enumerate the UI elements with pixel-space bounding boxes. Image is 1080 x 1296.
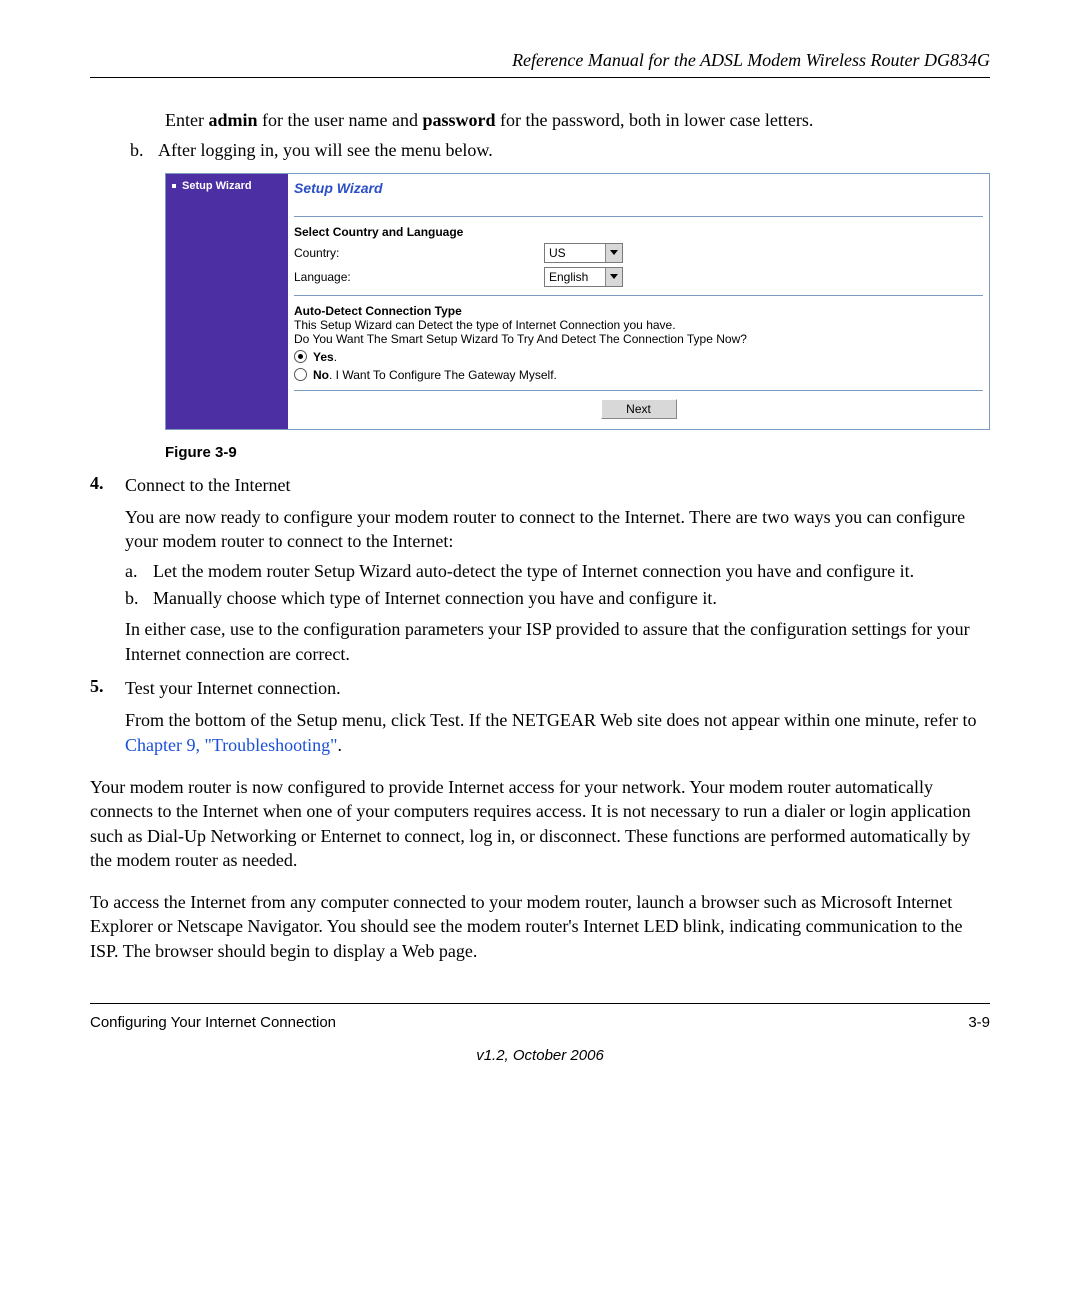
step-4a-text: Let the modem router Setup Wizard auto-d… bbox=[153, 561, 914, 582]
language-value: English bbox=[545, 270, 605, 284]
figure-setup-wizard: Setup Wizard Setup Wizard Select Country… bbox=[165, 173, 990, 461]
step-4b-text: Manually choose which type of Internet c… bbox=[153, 588, 717, 609]
autodetect-desc2: Do You Want The Smart Setup Wizard To Tr… bbox=[294, 332, 983, 346]
radio-no-rest: . I Want To Configure The Gateway Myself… bbox=[329, 368, 557, 382]
radio-icon bbox=[294, 350, 307, 363]
link-troubleshooting[interactable]: Chapter 9, "Troubleshooting" bbox=[125, 735, 338, 755]
sub-step-b: b. After logging in, you will see the me… bbox=[130, 138, 990, 162]
router-main-panel: Setup Wizard Select Country and Language… bbox=[288, 174, 989, 429]
router-sidebar: Setup Wizard bbox=[166, 174, 288, 429]
list-marker: a. bbox=[125, 561, 153, 582]
step-5-title: Test your Internet connection. bbox=[125, 676, 990, 700]
text: From the bottom of the Setup menu, click… bbox=[125, 710, 976, 730]
panel-title: Setup Wizard bbox=[294, 180, 983, 196]
radio-yes-label: Yes bbox=[313, 350, 334, 364]
step-number-5: 5. bbox=[90, 676, 125, 700]
step-4-para1: You are now ready to configure your mode… bbox=[125, 505, 990, 554]
step-4-title: Connect to the Internet bbox=[125, 473, 990, 497]
footer-version: v1.2, October 2006 bbox=[90, 1047, 990, 1064]
step-4a: a. Let the modem router Setup Wizard aut… bbox=[125, 561, 990, 582]
sidebar-item-setup-wizard[interactable]: Setup Wizard bbox=[172, 180, 282, 192]
section-auto-detect: Auto-Detect Connection Type bbox=[294, 304, 983, 318]
next-button[interactable]: Next bbox=[601, 399, 677, 419]
country-select[interactable]: US bbox=[544, 243, 623, 263]
radio-no-label: No bbox=[313, 368, 329, 382]
radio-option-no[interactable]: No. I Want To Configure The Gateway Myse… bbox=[294, 368, 983, 382]
text: Enter bbox=[165, 110, 208, 130]
divider bbox=[294, 390, 983, 391]
bullet-icon bbox=[172, 184, 176, 188]
step-4b: b. Manually choose which type of Interne… bbox=[125, 588, 990, 609]
text: . bbox=[338, 735, 343, 755]
radio-icon bbox=[294, 368, 307, 381]
text: for the password, both in lower case let… bbox=[495, 110, 813, 130]
text: for the user name and bbox=[258, 110, 423, 130]
country-label: Country: bbox=[294, 246, 544, 260]
country-value: US bbox=[545, 246, 605, 260]
sidebar-item-label: Setup Wizard bbox=[182, 180, 252, 192]
divider bbox=[294, 216, 983, 217]
page-header-title: Reference Manual for the ADSL Modem Wire… bbox=[90, 50, 990, 71]
step-4-para2: In either case, use to the configuration… bbox=[125, 617, 990, 666]
body-paragraph-1: Your modem router is now configured to p… bbox=[90, 775, 990, 872]
sub-step-text: After logging in, you will see the menu … bbox=[158, 138, 493, 162]
footer-rule bbox=[90, 1003, 990, 1004]
radio-option-yes[interactable]: Yes. bbox=[294, 350, 983, 364]
chevron-down-icon bbox=[605, 244, 622, 262]
step-number-4: 4. bbox=[90, 473, 125, 497]
text: . bbox=[334, 350, 337, 364]
language-label: Language: bbox=[294, 270, 544, 284]
password-word: password bbox=[422, 110, 495, 130]
body-paragraph-2: To access the Internet from any computer… bbox=[90, 890, 990, 963]
language-select[interactable]: English bbox=[544, 267, 623, 287]
page-number: 3-9 bbox=[968, 1014, 990, 1031]
list-marker: b. bbox=[125, 588, 153, 609]
header-rule bbox=[90, 77, 990, 78]
divider bbox=[294, 295, 983, 296]
footer-section-title: Configuring Your Internet Connection bbox=[90, 1014, 336, 1031]
list-marker: b. bbox=[130, 138, 158, 162]
figure-caption: Figure 3-9 bbox=[165, 444, 990, 461]
step-5-para: From the bottom of the Setup menu, click… bbox=[125, 708, 990, 757]
admin-word: admin bbox=[208, 110, 257, 130]
autodetect-desc1: This Setup Wizard can Detect the type of… bbox=[294, 318, 983, 332]
login-instruction: Enter admin for the user name and passwo… bbox=[165, 108, 990, 132]
section-country-language: Select Country and Language bbox=[294, 225, 983, 239]
chevron-down-icon bbox=[605, 268, 622, 286]
